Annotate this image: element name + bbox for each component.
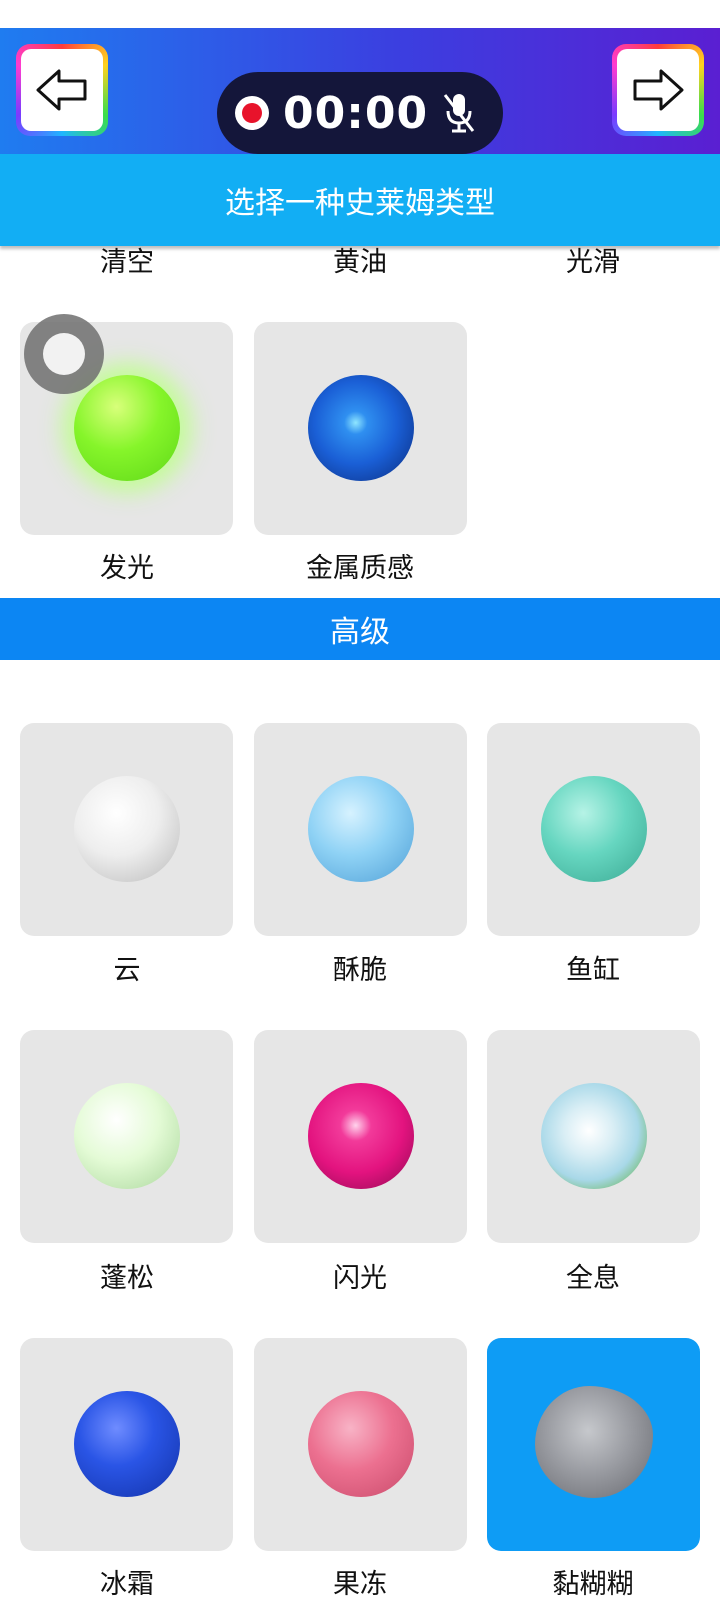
slime-option-glitter[interactable] <box>254 1030 467 1243</box>
slime-type-label: 黏糊糊 <box>552 1569 634 1600</box>
slime-option-jelly[interactable] <box>254 1338 467 1551</box>
recording-timer: 00:00 <box>283 87 429 139</box>
slime-type-label: 发光 <box>100 553 154 584</box>
slime-ball-icon <box>74 375 180 481</box>
slime-ball-icon <box>308 375 414 481</box>
slime-type-label: 云 <box>113 955 141 986</box>
slime-ball-icon <box>74 1083 180 1189</box>
section-header-advanced: 高级 <box>0 598 720 660</box>
record-dot-icon[interactable] <box>235 96 269 130</box>
slime-ball-icon <box>541 776 647 882</box>
slime-option-crunchy[interactable] <box>254 723 467 936</box>
slime-type-label: 蓬松 <box>100 1263 154 1294</box>
screen-recorder-pill[interactable]: 00:00 <box>217 72 503 154</box>
slime-ball-icon <box>308 1391 414 1497</box>
slime-option-cloud[interactable] <box>20 723 233 936</box>
slime-option-fishbowl[interactable] <box>487 723 700 936</box>
arrow-right-icon <box>633 69 684 111</box>
slime-type-label: 闪光 <box>333 1263 387 1294</box>
slime-option-fluffy[interactable] <box>20 1030 233 1243</box>
back-button[interactable] <box>16 44 108 136</box>
slime-type-label: 冰霜 <box>100 1569 154 1600</box>
slime-type-label: 全息 <box>566 1263 620 1294</box>
slime-type-label: 酥脆 <box>333 955 387 986</box>
section-title: 高级 <box>330 615 390 650</box>
slime-ball-icon <box>308 1083 414 1189</box>
slime-option-metallic[interactable] <box>254 322 467 535</box>
slime-option-gooey-selected[interactable] <box>487 1338 700 1551</box>
slime-ball-icon <box>74 776 180 882</box>
slime-type-label: 金属质感 <box>306 553 414 584</box>
floating-assistive-button[interactable] <box>24 314 104 394</box>
slime-type-label: 果冻 <box>333 1569 387 1600</box>
slime-type-label: 鱼缸 <box>566 955 620 986</box>
slime-option-frost[interactable] <box>20 1338 233 1551</box>
slime-ball-icon <box>535 1386 653 1498</box>
next-button[interactable] <box>612 44 704 136</box>
slime-ball-icon <box>74 1391 180 1497</box>
slime-ball-icon <box>541 1083 647 1189</box>
slime-ball-icon <box>308 776 414 882</box>
slime-option-holographic[interactable] <box>487 1030 700 1243</box>
mic-muted-icon[interactable] <box>442 91 476 135</box>
instruction-text: 选择一种史莱姆类型 <box>225 186 495 221</box>
instruction-bar: 选择一种史莱姆类型 <box>0 154 720 246</box>
arrow-left-icon <box>36 69 87 111</box>
